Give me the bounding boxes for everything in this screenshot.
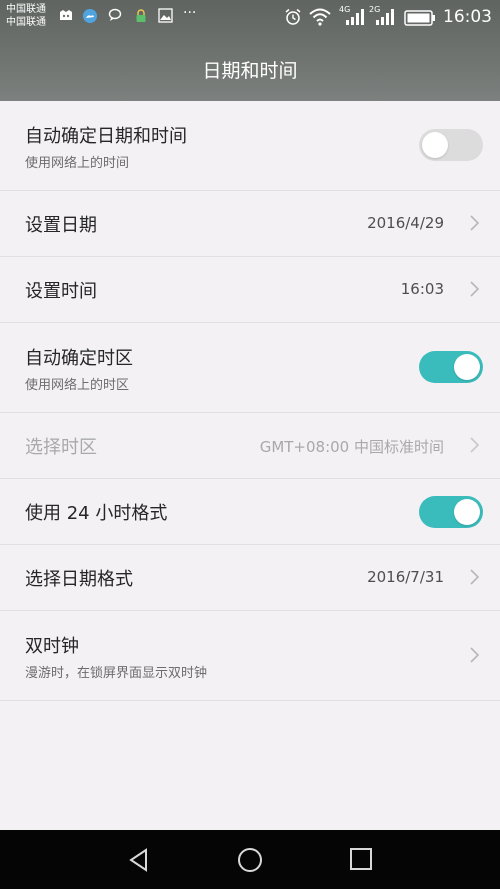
24-hour-toggle[interactable] <box>419 496 483 528</box>
setting-date-format[interactable]: 选择日期格式 2016/7/31 <box>0 545 500 611</box>
weather-icon <box>83 9 97 23</box>
setting-value: 2016/7/31 <box>367 568 444 586</box>
setting-auto-timezone[interactable]: 自动确定时区 使用网络上的时区 <box>0 323 500 413</box>
setting-title: 使用 24 小时格式 <box>25 503 168 524</box>
setting-set-date[interactable]: 设置日期 2016/4/29 <box>0 191 500 257</box>
carrier-info: 中国联通 中国联通 <box>6 3 46 29</box>
setting-title: 自动确定日期和时间 <box>25 126 187 147</box>
setting-value: 2016/4/29 <box>367 214 444 232</box>
wifi-icon <box>309 8 331 26</box>
setting-title: 双时钟 <box>25 636 79 657</box>
status-clock: 16:03 <box>443 7 492 27</box>
carrier-1: 中国联通 <box>6 4 46 15</box>
navigation-bar <box>0 830 500 889</box>
chevron-right-icon <box>470 281 480 297</box>
battery-icon <box>404 10 435 26</box>
status-bar: 中国联通 中国联通 ··· 4G 2G 16:03 <box>0 0 500 36</box>
mi-icon <box>60 10 72 20</box>
chevron-right-icon <box>470 215 480 231</box>
more-notifications: ··· <box>183 5 197 21</box>
recents-icon[interactable] <box>348 847 374 873</box>
back-icon[interactable] <box>126 847 152 873</box>
signal-icon <box>376 9 394 25</box>
chevron-right-icon <box>470 569 480 585</box>
setting-select-timezone: 选择时区 GMT+08:00 中国标准时间 <box>0 413 500 479</box>
setting-subtitle: 使用网络上的时区 <box>25 378 130 393</box>
home-icon[interactable] <box>236 847 264 875</box>
setting-title: 设置日期 <box>25 215 97 236</box>
app-header: 中国联通 中国联通 ··· 4G 2G 16:03 日期和时间 <box>0 0 500 101</box>
lock-icon <box>136 9 146 22</box>
setting-auto-datetime[interactable]: 自动确定日期和时间 使用网络上的时间 <box>0 101 500 191</box>
setting-subtitle: 使用网络上的时间 <box>25 156 130 171</box>
signal-icon <box>346 9 364 25</box>
auto-datetime-toggle[interactable] <box>419 129 483 161</box>
alarm-icon <box>285 8 301 25</box>
setting-title: 选择时区 <box>25 437 97 458</box>
setting-value: 16:03 <box>400 280 444 298</box>
settings-list: 自动确定日期和时间 使用网络上的时间 设置日期 2016/4/29 设置时间 1… <box>0 101 500 701</box>
setting-title: 选择日期格式 <box>25 569 133 590</box>
carrier-2: 中国联通 <box>6 17 46 28</box>
chevron-right-icon <box>470 647 480 663</box>
setting-subtitle: 漫游时，在锁屏界面显示双时钟 <box>25 666 208 681</box>
setting-set-time[interactable]: 设置时间 16:03 <box>0 257 500 323</box>
toggle-knob <box>422 132 448 158</box>
setting-dual-clock[interactable]: 双时钟 漫游时，在锁屏界面显示双时钟 <box>0 611 500 701</box>
auto-timezone-toggle[interactable] <box>419 351 483 383</box>
setting-value: GMT+08:00 中国标准时间 <box>259 438 444 456</box>
setting-title: 自动确定时区 <box>25 348 133 369</box>
chevron-right-icon <box>470 437 480 453</box>
image-icon <box>158 8 173 23</box>
setting-24-hour-format[interactable]: 使用 24 小时格式 <box>0 479 500 545</box>
setting-title: 设置时间 <box>25 281 97 302</box>
toggle-knob <box>454 354 480 380</box>
toggle-knob <box>454 499 480 525</box>
message-icon <box>108 8 122 21</box>
page-title: 日期和时间 <box>202 60 298 82</box>
